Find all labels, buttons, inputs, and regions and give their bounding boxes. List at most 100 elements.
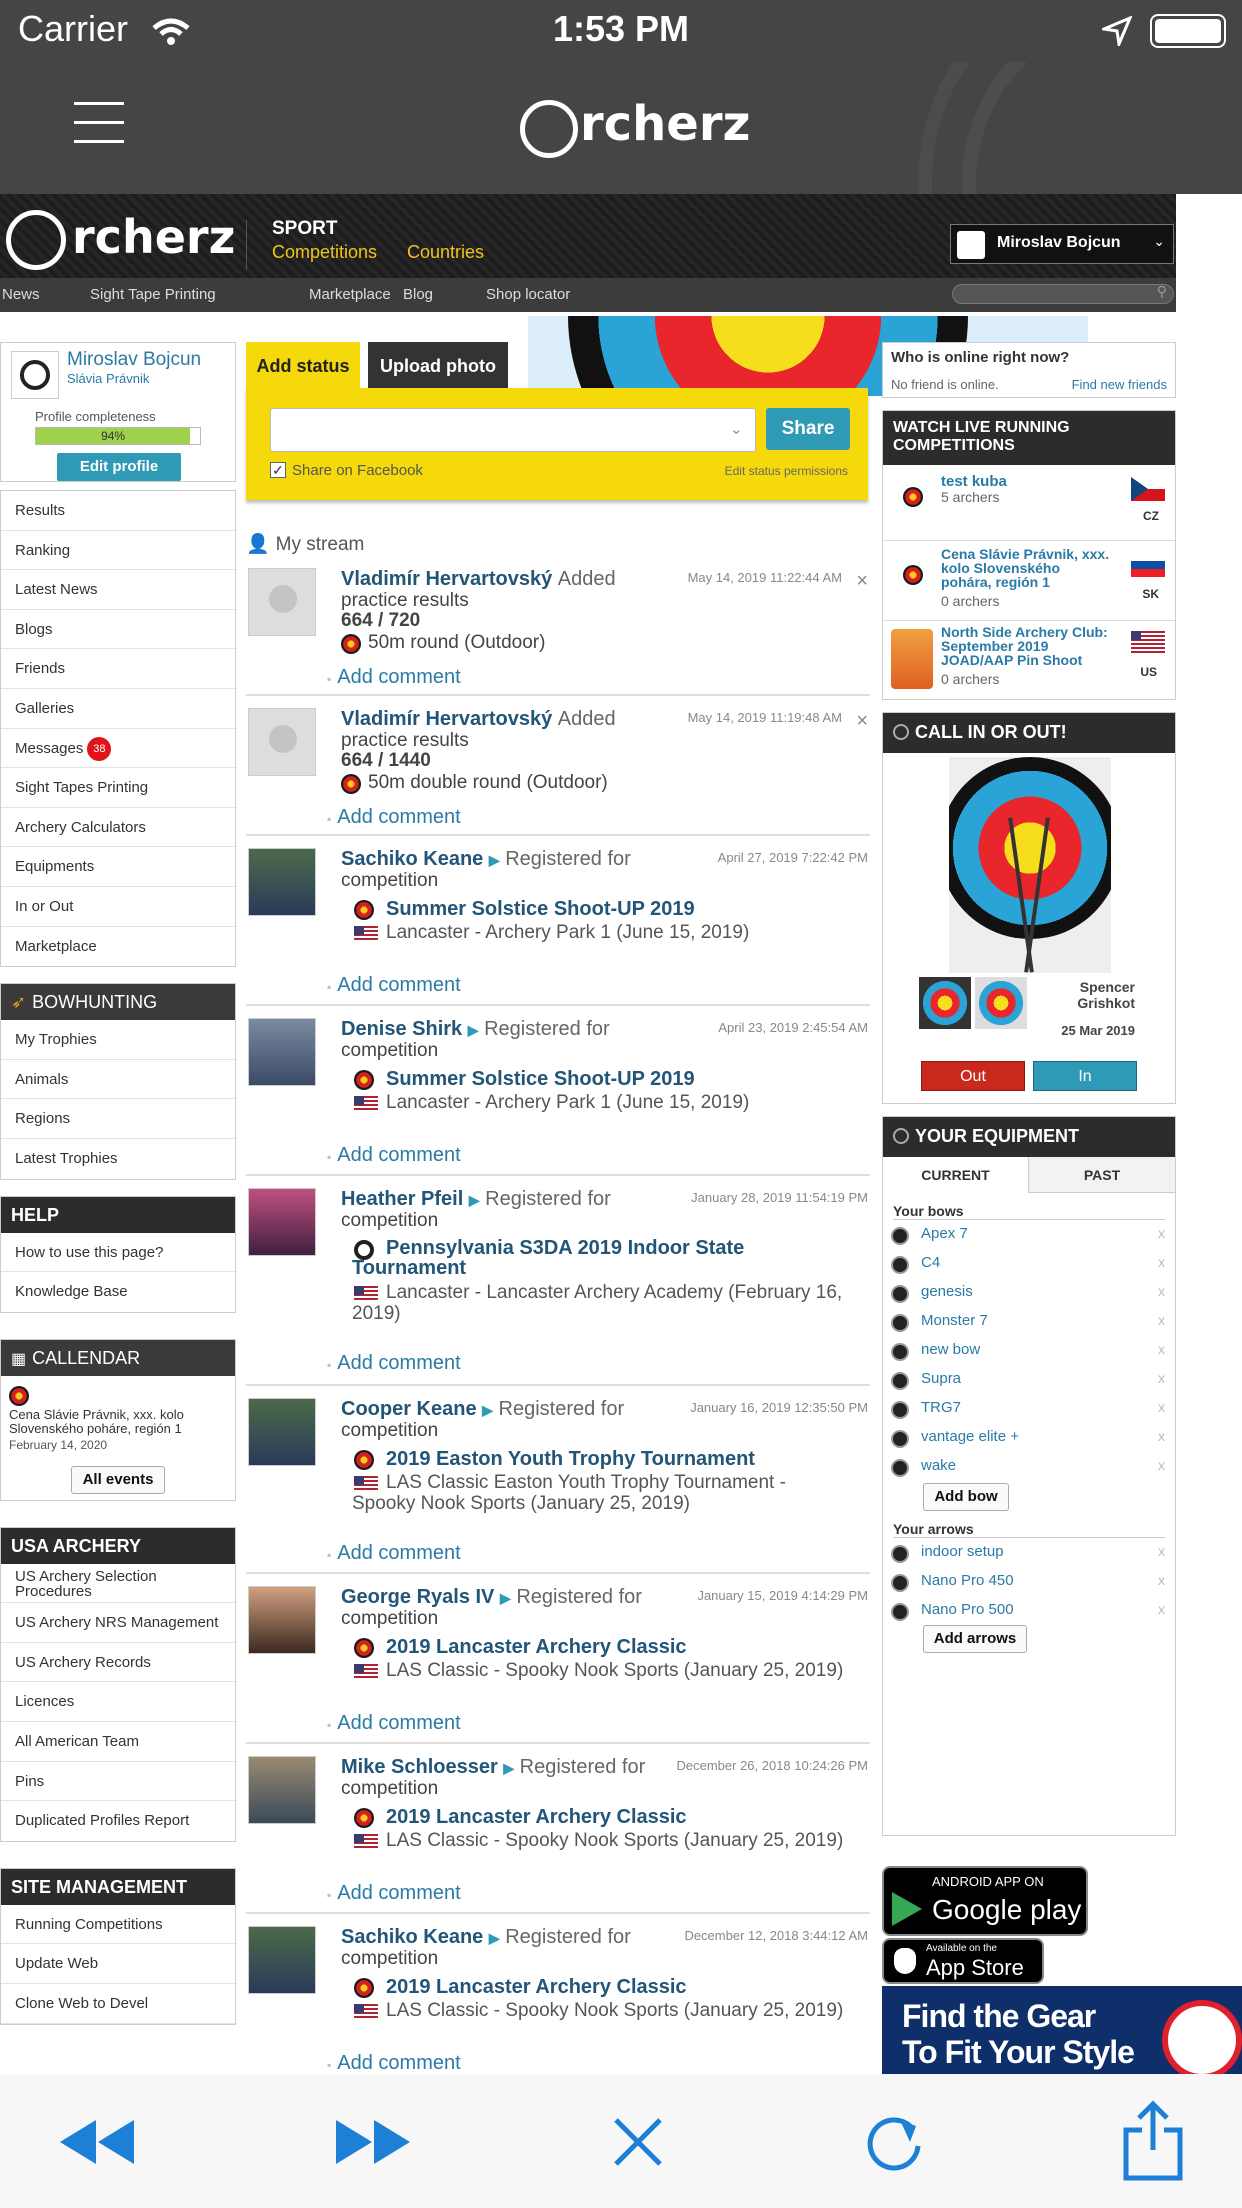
profile-name[interactable]: Miroslav Bojcun	[67, 349, 201, 371]
call-thumb[interactable]	[975, 977, 1027, 1029]
delete-icon[interactable]: x	[1158, 1572, 1165, 1588]
bow-item[interactable]: vantage elite + x	[891, 1424, 1169, 1452]
google-play-badge[interactable]: ANDROID APP ON Google play	[882, 1866, 1088, 1936]
feed-author[interactable]: Vladimír Hervartovský	[341, 708, 552, 730]
ad-banner[interactable]: Find the Gear To Fit Your Style	[882, 1986, 1242, 2074]
bow-item[interactable]: new bow x	[891, 1337, 1169, 1365]
avatar[interactable]	[248, 848, 316, 916]
find-friends-link[interactable]: Find new friends	[1072, 377, 1167, 392]
add-comment-link[interactable]: Add comment	[337, 1352, 460, 1375]
competition-link[interactable]: 2019 Lancaster Archery Classic	[386, 1976, 687, 1999]
menu-knowledge-base[interactable]: Knowledge Base	[1, 1272, 235, 1312]
menu-latest-trophies[interactable]: Latest Trophies	[1, 1139, 235, 1179]
delete-icon[interactable]: x	[1158, 1399, 1165, 1415]
avatar[interactable]	[248, 1018, 316, 1086]
menu-blogs[interactable]: Blogs	[1, 610, 235, 650]
bow-name[interactable]: C4	[921, 1254, 940, 1271]
nav-competitions[interactable]: Competitions	[272, 242, 377, 263]
bow-name[interactable]: genesis	[921, 1283, 973, 1300]
tab-past[interactable]: PAST	[1029, 1157, 1175, 1193]
bow-name[interactable]: wake	[921, 1457, 956, 1474]
menu-friends[interactable]: Friends	[1, 649, 235, 689]
all-events-button[interactable]: All events	[71, 1465, 165, 1494]
competition-link[interactable]: Summer Solstice Shoot-UP 2019	[386, 1068, 695, 1091]
nav-countries[interactable]: Countries	[407, 242, 484, 263]
close-icon[interactable]	[612, 2116, 664, 2168]
hamburger-menu-button[interactable]	[74, 102, 124, 144]
menu-us-records[interactable]: US Archery Records	[1, 1643, 235, 1683]
add-comment-link[interactable]: Add comment	[337, 1542, 460, 1565]
delete-icon[interactable]: x	[1158, 1225, 1165, 1241]
tab-add-status[interactable]: Add status	[246, 342, 360, 390]
bow-item[interactable]: TRG7 x	[891, 1395, 1169, 1423]
tab-upload-photo[interactable]: Upload photo	[368, 342, 508, 390]
menu-us-nrs[interactable]: US Archery NRS Management	[1, 1603, 235, 1643]
live-item-name[interactable]: Cena Slávie Právnik, xxx. kolo Slovenské…	[941, 547, 1111, 589]
add-comment-link[interactable]: Add comment	[337, 1712, 460, 1735]
nav-sight-tape[interactable]: Sight Tape Printing	[90, 286, 216, 303]
menu-archery-calculators[interactable]: Archery Calculators	[1, 808, 235, 848]
in-button[interactable]: In	[1033, 1061, 1137, 1091]
bow-name[interactable]: Monster 7	[921, 1312, 988, 1329]
competition-link[interactable]: Summer Solstice Shoot-UP 2019	[386, 898, 695, 921]
delete-icon[interactable]: x	[1158, 1601, 1165, 1617]
share-button[interactable]: Share	[766, 408, 850, 450]
delete-icon[interactable]: x	[1158, 1341, 1165, 1357]
feed-author[interactable]: Sachiko Keane	[341, 848, 483, 870]
calendar-event[interactable]: Cena Slávie Právnik, xxx. kolo Slovenské…	[9, 1407, 229, 1436]
avatar[interactable]	[248, 708, 316, 776]
avatar[interactable]	[248, 1398, 316, 1466]
avatar[interactable]	[248, 1756, 316, 1824]
delete-icon[interactable]: x	[1158, 1370, 1165, 1386]
competition-link[interactable]: Pennsylvania S3DA 2019 Indoor State Tour…	[352, 1238, 822, 1278]
arrow-name[interactable]: indoor setup	[921, 1543, 1004, 1560]
menu-messages[interactable]: Messages 38	[1, 729, 235, 769]
add-comment-link[interactable]: Add comment	[337, 666, 460, 689]
menu-pins[interactable]: Pins	[1, 1762, 235, 1802]
feed-author[interactable]: Sachiko Keane	[341, 1926, 483, 1948]
feed-author[interactable]: Mike Schloesser	[341, 1756, 498, 1778]
edit-profile-button[interactable]: Edit profile	[57, 453, 181, 481]
bow-item[interactable]: Apex 7 x	[891, 1221, 1169, 1249]
menu-equipments[interactable]: Equipments	[1, 847, 235, 887]
bow-item[interactable]: C4 x	[891, 1250, 1169, 1278]
share-facebook-checkbox[interactable]: ✓	[270, 462, 286, 478]
add-comment-link[interactable]: Add comment	[337, 2052, 460, 2074]
bow-item[interactable]: genesis x	[891, 1279, 1169, 1307]
avatar[interactable]	[248, 1926, 316, 1994]
reload-icon[interactable]	[862, 2110, 926, 2174]
menu-results[interactable]: Results	[1, 491, 235, 531]
live-item[interactable]: test kuba 5 archers CZ	[883, 467, 1175, 541]
menu-in-or-out[interactable]: In or Out	[1, 887, 235, 927]
arrow-name[interactable]: Nano Pro 450	[921, 1572, 1014, 1589]
delete-icon[interactable]: x	[1158, 1543, 1165, 1559]
bow-item[interactable]: Monster 7 x	[891, 1308, 1169, 1336]
add-comment-link[interactable]: Add comment	[337, 1144, 460, 1167]
delete-icon[interactable]: x	[1158, 1254, 1165, 1270]
feed-author[interactable]: Heather Pfeil	[341, 1188, 463, 1210]
arrow-name[interactable]: Nano Pro 500	[921, 1601, 1014, 1618]
rewind-icon[interactable]	[58, 2118, 136, 2166]
avatar[interactable]	[248, 568, 316, 636]
menu-my-trophies[interactable]: My Trophies	[1, 1020, 235, 1060]
arrow-item[interactable]: Nano Pro 500 x	[891, 1597, 1169, 1625]
bow-name[interactable]: vantage elite +	[921, 1428, 1019, 1445]
menu-ranking[interactable]: Ranking	[1, 531, 235, 571]
menu-galleries[interactable]: Galleries	[1, 689, 235, 729]
profile-club[interactable]: Slávia Právnik	[67, 371, 149, 386]
delete-icon[interactable]: x	[1158, 1428, 1165, 1444]
call-thumb[interactable]	[919, 977, 971, 1029]
delete-icon[interactable]: x	[1158, 1457, 1165, 1473]
arrow-item[interactable]: Nano Pro 450 x	[891, 1568, 1169, 1596]
menu-animals[interactable]: Animals	[1, 1060, 235, 1100]
nav-shop-locator[interactable]: Shop locator	[486, 286, 570, 303]
competition-link[interactable]: 2019 Lancaster Archery Classic	[386, 1636, 687, 1659]
add-bow-button[interactable]: Add bow	[923, 1483, 1009, 1511]
avatar[interactable]	[248, 1188, 316, 1256]
bow-name[interactable]: new bow	[921, 1341, 980, 1358]
feed-author[interactable]: Denise Shirk	[341, 1018, 462, 1040]
live-item[interactable]: North Side Archery Club: September 2019 …	[883, 621, 1175, 699]
menu-licences[interactable]: Licences	[1, 1682, 235, 1723]
add-comment-link[interactable]: Add comment	[337, 974, 460, 997]
bow-name[interactable]: Supra	[921, 1370, 961, 1387]
